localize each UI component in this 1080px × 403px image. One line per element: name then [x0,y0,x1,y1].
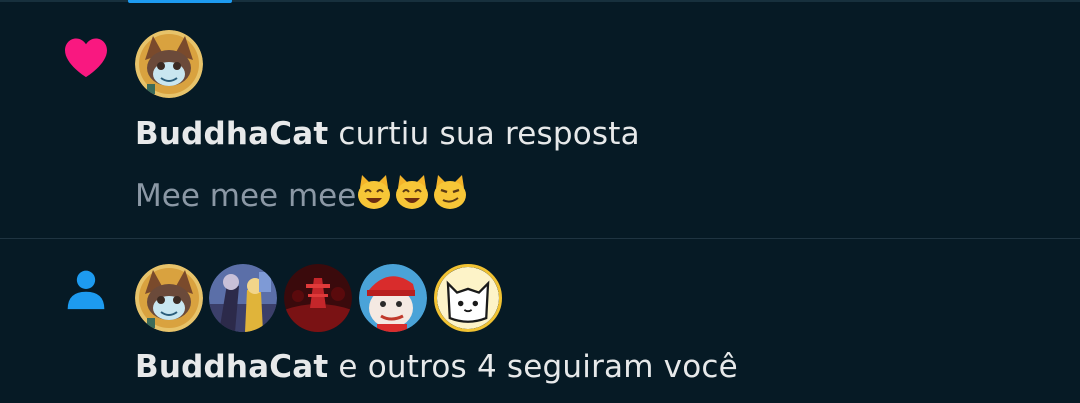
group-art-avatar[interactable] [209,264,277,332]
action-text: e outros 4 seguiram você [328,349,738,385]
actor-name[interactable]: BuddhaCat [135,349,328,385]
heart-icon [65,38,107,78]
reply-preview: Mee mee mee [135,172,470,214]
like-text: BuddhaCat curtiu sua resposta [135,116,640,152]
smirking-cat-emoji [434,175,467,209]
person-icon [67,270,105,310]
actor-name[interactable]: BuddhaCat [135,116,328,152]
red-scene-avatar[interactable] [284,264,352,332]
preview-text: Mee mee mee [135,178,357,214]
smiling-cat-emoji [396,175,429,209]
red-cap-avatar[interactable] [359,264,427,332]
like-notification[interactable]: BuddhaCat curtiu sua resposta Mee mee me… [0,3,1080,238]
buddhacat-avatar[interactable] [135,30,203,98]
white-cat-avatar[interactable] [434,264,502,332]
smiling-cat-emoji [358,175,391,209]
follow-text: BuddhaCat e outros 4 seguiram você [135,349,738,385]
notifications-screen: BuddhaCat curtiu sua resposta Mee mee me… [0,0,1080,403]
action-text: curtiu sua resposta [328,116,640,152]
buddhacat-avatar[interactable] [135,264,203,332]
